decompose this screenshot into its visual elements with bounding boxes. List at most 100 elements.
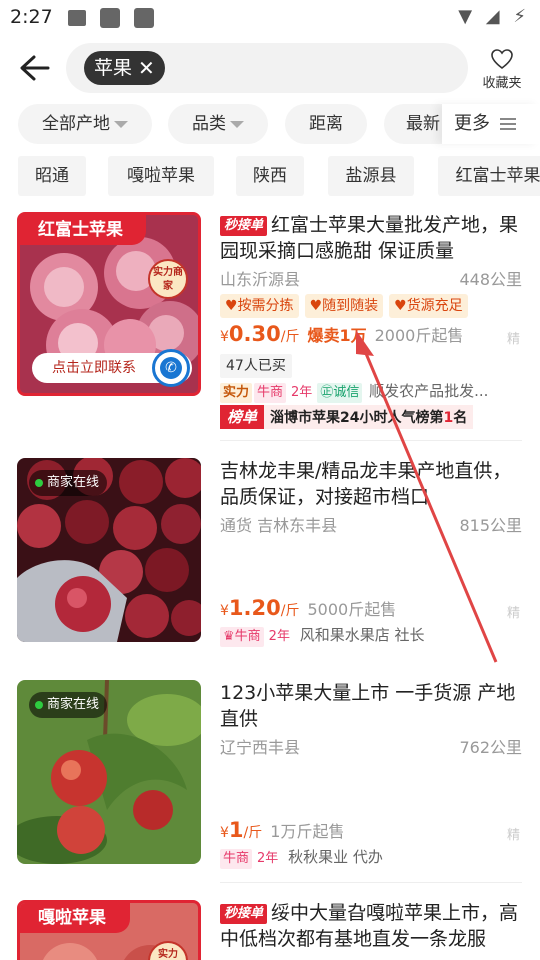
listing-title: 秒接单 绥中大量旮嘎啦苹果上市，高中低档次都有基地直发一条龙服 bbox=[220, 900, 526, 952]
seller-name[interactable]: 顺发农产品批发... bbox=[369, 382, 488, 400]
filter-origin[interactable]: 全部产地 bbox=[18, 104, 152, 144]
seller-name[interactable]: 风和果水果店 社长 bbox=[300, 626, 425, 644]
tag-item[interactable]: 红富士苹果 bbox=[438, 156, 540, 196]
heart-icon bbox=[490, 48, 514, 70]
product-image[interactable]: 商家在线 bbox=[17, 680, 201, 864]
quick-order-badge: 秒接单 bbox=[220, 216, 268, 236]
feature-text: 按需分拣 bbox=[237, 298, 294, 314]
menu-icon bbox=[499, 115, 516, 133]
filter-distance-label: 距离 bbox=[309, 114, 343, 134]
strength-badge: 实力 bbox=[220, 383, 253, 403]
search-bar[interactable]: 苹果 ✕ bbox=[66, 43, 468, 93]
ranking-text-b: 名 bbox=[453, 410, 468, 426]
ranking-text-a: 淄博市苹果24小时人气榜第 bbox=[270, 410, 444, 426]
filter-distance[interactable]: 距离 bbox=[285, 104, 367, 144]
filter-latest-label: 最新 bbox=[406, 114, 440, 134]
niu-badge: ♛牛商 bbox=[220, 627, 264, 647]
merchant-online-badge: 商家在线 bbox=[29, 470, 108, 496]
price-unit: /斤 bbox=[280, 603, 300, 619]
product-banner: 嘎啦苹果 bbox=[20, 903, 130, 933]
listing-item[interactable]: 嘎啦苹果 实力 秒接单 绥中大量旮嘎啦苹果上市，高中低档次都有基地直发一条龙服 bbox=[0, 900, 540, 960]
listing-item[interactable]: 商家在线 吉林龙丰果/精品龙丰果产地直供，品质保证，对接超市档口 通货 吉林东丰… bbox=[0, 458, 540, 658]
tag-item[interactable]: 陕西 bbox=[236, 156, 304, 196]
filter-category[interactable]: 品类 bbox=[168, 104, 268, 144]
tag-item[interactable]: 昭通 bbox=[18, 156, 86, 196]
ranking-text: 淄博市苹果24小时人气榜第1名 bbox=[264, 407, 473, 427]
app-notification-icon bbox=[100, 8, 120, 28]
chevron-down-icon bbox=[114, 120, 128, 128]
online-dot-icon bbox=[35, 478, 43, 487]
search-keyword-chip[interactable]: 苹果 ✕ bbox=[84, 51, 165, 85]
ranking-number: 1 bbox=[443, 410, 454, 426]
niu-text: 牛商 bbox=[234, 629, 261, 644]
status-bar: 2:27 ▼ ◢ ⚡ bbox=[0, 0, 540, 36]
price-value: 0.30 bbox=[228, 322, 281, 346]
merchant-online-badge: 商家在线 bbox=[29, 692, 108, 718]
clear-icon[interactable]: ✕ bbox=[138, 51, 155, 85]
filter-origin-label: 全部产地 bbox=[42, 114, 110, 134]
listing-price: ¥0.30/斤 爆卖1万 2000斤起售 bbox=[220, 322, 463, 346]
integrity-text: 诚信 bbox=[333, 385, 360, 400]
price-value: 1.20 bbox=[228, 596, 281, 620]
online-text: 商家在线 bbox=[47, 697, 100, 712]
currency: ¥ bbox=[220, 603, 229, 619]
image-notification-icon bbox=[68, 10, 86, 26]
quick-order-badge: 秒接单 bbox=[220, 904, 268, 924]
ranking-badge: 榜单 bbox=[220, 405, 265, 429]
feature-tag: ♥货源充足 bbox=[389, 294, 468, 318]
product-banner: 红富士苹果 bbox=[20, 215, 146, 245]
listing-distance: 762公里 bbox=[459, 738, 522, 757]
hot-sales: 爆卖1万 bbox=[307, 326, 367, 345]
currency: ¥ bbox=[220, 825, 229, 841]
online-text: 商家在线 bbox=[47, 475, 100, 490]
featured-mark: 精 bbox=[506, 332, 520, 347]
min-order: 1万斤起售 bbox=[270, 822, 345, 841]
listing-item[interactable]: 红富士苹果 实力商家 点击立即联系 ✆ 秒接单 红富士苹果大量批发产地，果园现采摘… bbox=[0, 212, 540, 444]
listing-title: 123小苹果大量上市 一手货源 产地直供 bbox=[220, 682, 516, 730]
listing-location: 山东沂源县 bbox=[220, 270, 301, 289]
featured-mark: 精 bbox=[506, 828, 520, 843]
back-arrow-icon[interactable] bbox=[18, 52, 52, 84]
listing-title: 秒接单 红富士苹果大量批发产地，果园现采摘口感脆甜 保证质量 bbox=[220, 212, 526, 264]
listing-price: ¥1.20/斤 5000斤起售 bbox=[220, 596, 396, 620]
price-unit: /斤 bbox=[243, 825, 263, 841]
tag-item[interactable]: 盐源县 bbox=[328, 156, 414, 196]
status-time: 2:27 bbox=[10, 6, 53, 28]
price-unit: /斤 bbox=[280, 329, 300, 345]
quick-tags: 昭通 嘎啦苹果 陕西 盐源县 红富士苹果 bbox=[0, 156, 540, 196]
featured-mark: 精 bbox=[506, 606, 520, 621]
product-image[interactable]: 嘎啦苹果 实力 bbox=[17, 900, 201, 960]
feature-tags: ♥按需分拣 ♥随到随装 ♥货源充足 bbox=[220, 294, 468, 318]
years-badge: 2年 bbox=[257, 851, 279, 866]
strength-seal-icon: 实力商家 bbox=[148, 259, 188, 299]
favorites-label: 收藏夹 bbox=[482, 76, 522, 91]
ranking-banner[interactable]: 榜单 淄博市苹果24小时人气榜第1名 bbox=[220, 405, 474, 429]
feature-tag: ♥随到随装 bbox=[304, 294, 384, 318]
min-order: 2000斤起售 bbox=[374, 326, 464, 345]
search-keyword: 苹果 bbox=[94, 57, 133, 79]
tag-item[interactable]: 嘎啦苹果 bbox=[108, 156, 214, 196]
seller-meta: ♛牛商 2年 风和果水果店 社长 bbox=[220, 624, 425, 647]
phone-icon[interactable]: ✆ bbox=[152, 349, 190, 387]
product-image[interactable]: 商家在线 bbox=[17, 458, 201, 642]
feature-text: 随到随装 bbox=[322, 298, 379, 314]
filter-bar: 全部产地 品类 距离 最新 更多 bbox=[0, 104, 540, 146]
seller-meta: 实力 牛商 2年 ㊣诚信 顺发农产品批发... bbox=[220, 380, 488, 403]
listing-title: 吉林龙丰果/精品龙丰果产地直供，品质保证，对接超市档口 bbox=[220, 460, 512, 508]
more-filters-button[interactable]: 更多 bbox=[442, 104, 540, 144]
online-dot-icon bbox=[35, 700, 43, 709]
status-icons: ▼ ◢ ⚡ bbox=[458, 6, 530, 27]
listing-location: 通货 吉林东丰县 bbox=[220, 516, 338, 535]
filter-category-label: 品类 bbox=[192, 114, 226, 134]
listing-item[interactable]: 商家在线 123小苹果大量上市 一手货源 产地直供 辽宁西丰县 762公里 ¥1… bbox=[0, 680, 540, 883]
years-badge: 2年 bbox=[268, 629, 290, 644]
seller-name[interactable]: 秋秋果业 代办 bbox=[288, 848, 383, 866]
more-label: 更多 bbox=[454, 113, 490, 134]
listing-distance: 448公里 bbox=[459, 270, 522, 289]
product-image[interactable]: 红富士苹果 实力商家 点击立即联系 ✆ bbox=[17, 212, 201, 396]
price-value: 1 bbox=[228, 818, 244, 842]
listing-price: ¥1/斤 1万斤起售 bbox=[220, 818, 344, 842]
chevron-down-icon bbox=[230, 120, 244, 128]
favorites-button[interactable]: 收藏夹 bbox=[478, 48, 526, 91]
niu-badge: 牛商 bbox=[254, 383, 287, 403]
